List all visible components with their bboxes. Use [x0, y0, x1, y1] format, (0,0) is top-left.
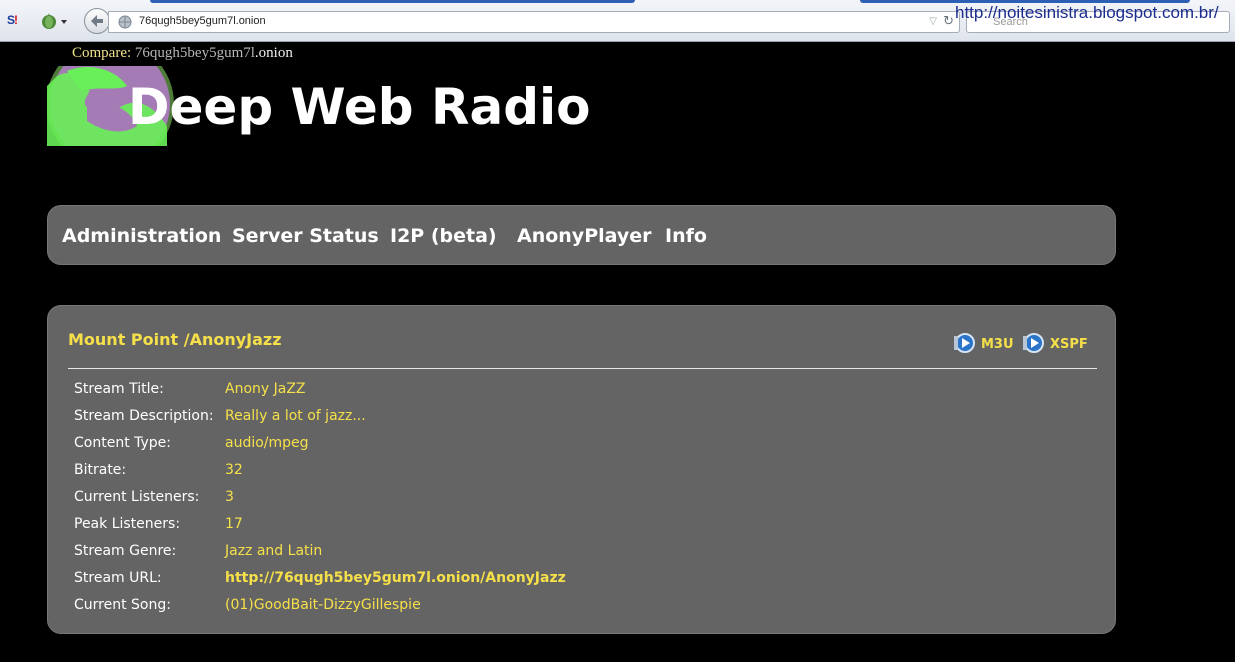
info-label: Stream Description:	[74, 408, 214, 424]
info-value: (01)GoodBait-DizzyGillespie	[225, 597, 421, 613]
addon-s-icon[interactable]: S!	[7, 13, 25, 29]
info-label: Content Type:	[74, 435, 172, 451]
xspf-playlist-link[interactable]: XSPF	[1023, 332, 1095, 354]
history-dropdown-icon[interactable]: ▽	[929, 16, 937, 27]
info-label: Stream Title:	[74, 381, 164, 397]
info-value: 3	[225, 489, 234, 505]
nav-server-status[interactable]: Server Status	[232, 225, 379, 247]
xspf-label[interactable]: XSPF	[1050, 337, 1088, 352]
play-icon	[1023, 333, 1044, 353]
nav-administration[interactable]: Administration	[62, 225, 221, 247]
info-value: 17	[225, 516, 243, 532]
mount-point-title: Mount Point /AnonyJazz	[68, 330, 282, 349]
info-label: Current Listeners:	[74, 489, 200, 505]
globe-icon	[118, 15, 132, 29]
info-row-current-song: Current Song: (01)GoodBait-DizzyGillespi…	[74, 597, 1074, 617]
info-value: audio/mpeg	[225, 435, 309, 451]
info-row-stream-url: Stream URL: http://76qugh5bey5gum7l.onio…	[74, 570, 1074, 590]
mount-point-panel: Mount Point /AnonyJazz M3U XSPF Stream T…	[47, 305, 1116, 634]
stream-url-link[interactable]: http://76qugh5bey5gum7l.onion/AnonyJazz	[225, 570, 566, 586]
nav-info[interactable]: Info	[665, 225, 707, 247]
info-label: Current Song:	[74, 597, 171, 613]
compare-tld: .onion	[254, 45, 293, 61]
tor-onion-icon[interactable]	[40, 12, 70, 30]
info-row-peak-listeners: Peak Listeners: 17	[74, 516, 1074, 536]
info-label: Stream Genre:	[74, 543, 177, 559]
nav-i2p-beta[interactable]: I2P (beta)	[390, 225, 497, 247]
nav-anonyplayer[interactable]: AnonyPlayer	[517, 225, 652, 247]
url-text[interactable]: 76qugh5bey5gum7l.onion	[139, 15, 266, 27]
site-title: Deep Web Radio	[128, 78, 591, 136]
compare-label: Compare:	[72, 45, 132, 61]
back-arrow-icon	[91, 15, 103, 27]
compare-line: Compare: 76qugh5bey5gum7l.onion	[72, 45, 293, 62]
address-bar[interactable]: 76qugh5bey5gum7l.onion ▽ ↻	[108, 11, 960, 33]
info-label: Stream URL:	[74, 570, 162, 586]
info-value: 32	[225, 462, 243, 478]
info-row-current-listeners: Current Listeners: 3	[74, 489, 1074, 509]
info-row-stream-genre: Stream Genre: Jazz and Latin	[74, 543, 1074, 563]
info-value: Really a lot of jazz...	[225, 408, 366, 424]
compare-address: 76qugh5bey5gum7l	[134, 45, 255, 61]
info-row-bitrate: Bitrate: 32	[74, 462, 1074, 482]
browser-toolbar: S! 76qugh5bey5gum7l.onion ▽ ↻ Search htt…	[0, 0, 1235, 42]
reload-icon[interactable]: ↻	[943, 14, 954, 29]
active-tab-edge[interactable]	[150, 0, 635, 3]
divider	[68, 368, 1097, 369]
watermark-text: http://noitesinistra.blogspot.com.br/	[955, 3, 1219, 22]
info-label: Peak Listeners:	[74, 516, 181, 532]
info-value: Anony JaZZ	[225, 381, 306, 397]
m3u-playlist-link[interactable]: M3U	[954, 332, 1018, 354]
back-button[interactable]	[84, 8, 110, 34]
play-icon	[954, 333, 975, 353]
info-row-stream-description: Stream Description: Really a lot of jazz…	[74, 408, 1074, 428]
info-value: Jazz and Latin	[225, 543, 323, 559]
main-nav: Administration Server Status I2P (beta) …	[47, 205, 1116, 265]
m3u-label[interactable]: M3U	[981, 337, 1014, 352]
info-row-stream-title: Stream Title: Anony JaZZ	[74, 381, 1074, 401]
info-label: Bitrate:	[74, 462, 127, 478]
info-row-content-type: Content Type: audio/mpeg	[74, 435, 1074, 455]
